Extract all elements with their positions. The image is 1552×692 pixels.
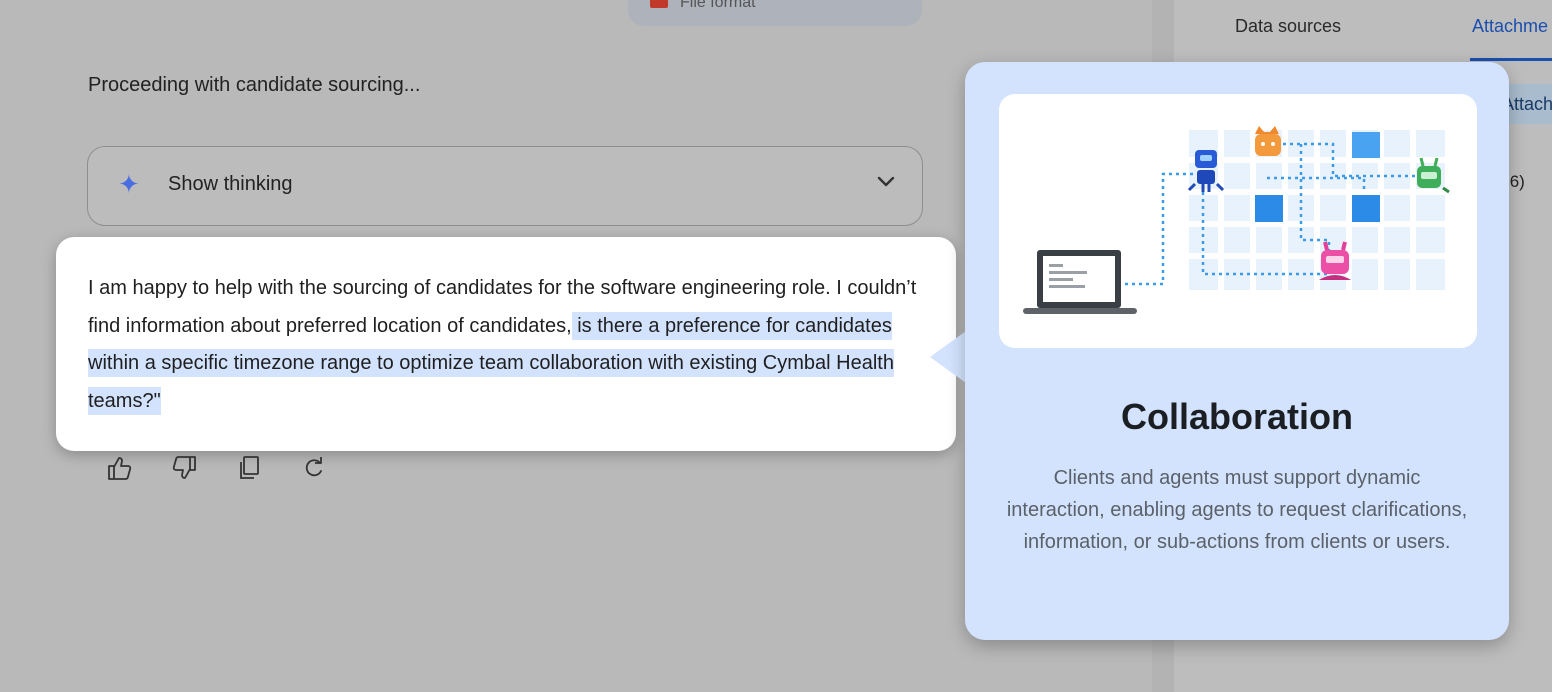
active-tab-indicator (1470, 58, 1552, 61)
callout-title: Collaboration (1121, 396, 1353, 437)
show-thinking-toggle[interactable]: ✦ Show thinking (87, 146, 923, 226)
agent-message: I am happy to help with the sourcing of … (88, 270, 938, 420)
status-text: Proceeding with candidate sourcing... (88, 74, 421, 96)
tab-attachments[interactable]: Attachme (1472, 16, 1548, 37)
agent-message-card: I am happy to help with the sourcing of … (56, 237, 956, 451)
sparkle-icon: ✦ (118, 169, 140, 199)
thumb-down-icon[interactable] (170, 454, 198, 482)
tab-data-sources[interactable]: Data sources (1235, 16, 1341, 37)
pdf-icon (650, 0, 668, 8)
collaboration-callout: Collaboration Clients and agents must su… (965, 62, 1509, 640)
regenerate-icon[interactable] (300, 454, 328, 482)
callout-pointer (930, 331, 966, 383)
laptop-illustration (1023, 250, 1137, 314)
chevron-down-icon (876, 175, 896, 194)
copy-icon[interactable] (236, 454, 264, 482)
file-chip-label: File format (680, 0, 756, 11)
thumb-up-icon[interactable] (106, 454, 134, 482)
grid-illustration (1189, 130, 1445, 290)
file-chip[interactable]: File format (628, 0, 922, 26)
show-thinking-label: Show thinking (168, 173, 293, 195)
callout-description: Clients and agents must support dynamic … (1006, 467, 1468, 553)
collaboration-illustration (999, 94, 1477, 348)
